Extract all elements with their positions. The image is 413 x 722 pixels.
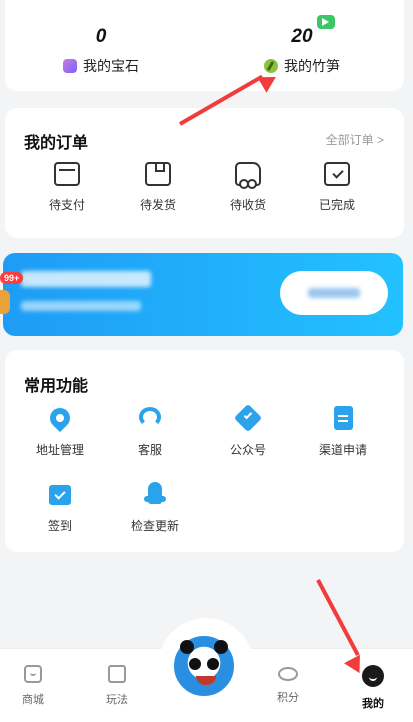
features-card: 常用功能 地址管理 客服 公众号 渠道申请 签到 检查更新	[5, 350, 404, 552]
orders-card: 我的订单 全部订单 > 待支付 待发货 待收货 已完成	[5, 108, 404, 238]
shop-bag-icon	[24, 665, 42, 683]
bamboo-label: 我的竹笋	[284, 58, 340, 74]
gems-asset[interactable]: 0 我的宝石	[21, 26, 181, 76]
order-label: 待发货	[139, 198, 176, 212]
gems-label: 我的宝石	[83, 58, 139, 74]
all-orders-link[interactable]: 全部订单 >	[326, 131, 384, 148]
order-label: 待收货	[229, 198, 266, 212]
features-title: 常用功能	[24, 378, 89, 395]
tab-play[interactable]: 玩法	[92, 665, 142, 707]
feature-label: 公众号	[229, 443, 266, 457]
feature-label: 地址管理	[35, 443, 84, 457]
truck-icon	[235, 162, 261, 189]
tab-label: 玩法	[106, 694, 128, 706]
orders-title: 我的订单	[24, 135, 89, 152]
card-icon	[54, 162, 80, 186]
order-completed[interactable]: 已完成	[302, 162, 372, 213]
feature-checkin[interactable]: 签到	[20, 482, 100, 534]
tab-label: 我的	[362, 698, 384, 710]
order-label: 待支付	[48, 198, 85, 212]
calendar-check-icon	[48, 482, 72, 508]
headset-icon	[138, 406, 162, 432]
document-edit-icon	[331, 406, 355, 432]
cube-icon	[108, 665, 126, 683]
bamboo-asset[interactable]: 20 我的竹笋	[222, 26, 382, 76]
rocket-icon	[143, 482, 167, 508]
order-pending-payment[interactable]: 待支付	[32, 162, 102, 213]
panda-eye-icon	[189, 658, 201, 670]
notification-badge: 99+	[0, 272, 24, 284]
verified-badge-icon	[233, 403, 263, 433]
center-panda-button[interactable]	[172, 634, 236, 698]
panda-eye-icon	[207, 658, 219, 670]
floating-avatar[interactable]	[0, 290, 10, 314]
box-icon	[145, 162, 171, 186]
feature-service[interactable]: 客服	[110, 406, 190, 458]
order-pending-receipt[interactable]: 待收货	[213, 162, 283, 213]
tab-mall[interactable]: 商城	[8, 665, 58, 707]
feature-label: 客服	[137, 443, 162, 457]
promo-banner[interactable]	[3, 253, 403, 336]
annotation-arrow	[316, 579, 360, 656]
bamboo-count: 20	[291, 26, 313, 47]
assets-card: 0 我的宝石 20 我的竹笋	[5, 0, 404, 91]
tab-points[interactable]: 积分	[263, 665, 313, 705]
feature-check-update[interactable]: 检查更新	[115, 482, 195, 534]
feature-address[interactable]: 地址管理	[20, 403, 100, 458]
order-label: 已完成	[318, 198, 355, 212]
order-pending-shipment[interactable]: 待发货	[123, 162, 193, 213]
banner-button-label-blurred	[308, 288, 360, 298]
banner-subtitle-blurred	[21, 301, 141, 311]
coin-stack-icon	[278, 667, 298, 681]
feature-official-account[interactable]: 公众号	[208, 403, 288, 458]
banner-title-blurred	[21, 271, 151, 287]
video-reward-icon[interactable]	[317, 15, 335, 29]
panda-mouth-icon	[196, 676, 216, 685]
location-pin-icon	[45, 403, 75, 433]
feature-channel-apply[interactable]: 渠道申请	[303, 406, 383, 458]
gems-count: 0	[95, 26, 107, 47]
panda-ear-icon	[180, 640, 194, 654]
feature-label: 渠道申请	[318, 443, 367, 457]
feature-label: 检查更新	[130, 519, 179, 533]
gem-icon	[63, 59, 77, 73]
tab-label: 积分	[277, 692, 299, 704]
check-icon	[324, 162, 350, 186]
tab-label: 商城	[22, 694, 44, 706]
feature-label: 签到	[47, 519, 72, 533]
banner-action-button[interactable]	[280, 271, 388, 315]
panda-ear-icon	[214, 640, 228, 654]
